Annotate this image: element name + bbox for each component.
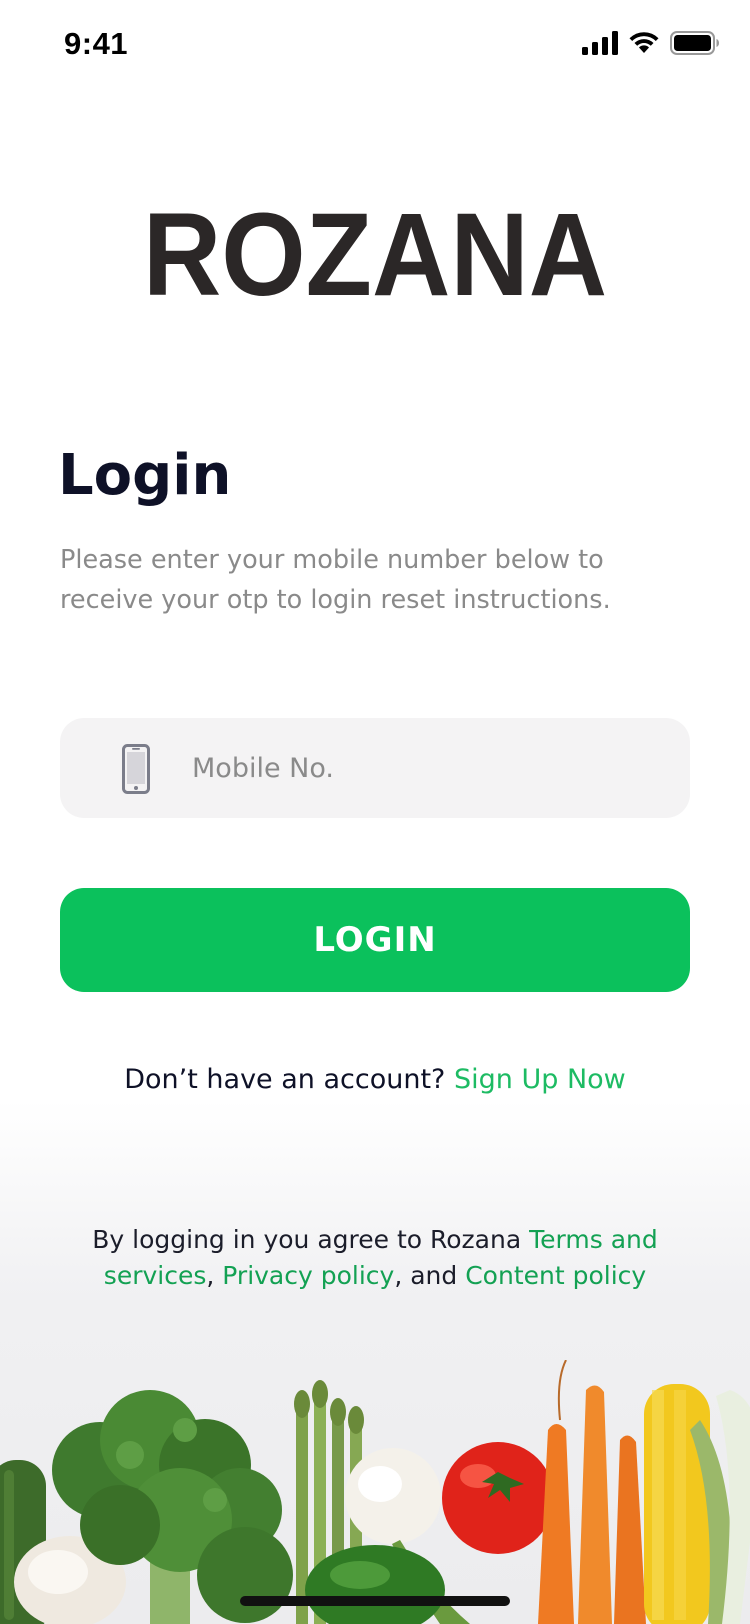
- privacy-policy-link[interactable]: Privacy policy: [222, 1261, 394, 1290]
- status-bar: 9:41: [0, 0, 750, 94]
- login-button[interactable]: LOGIN: [60, 888, 690, 992]
- brand-logo: ROZANA: [142, 189, 608, 321]
- tomato-image: [442, 1442, 554, 1554]
- battery-icon: [670, 31, 719, 55]
- terms-prefix: By logging in you agree to Rozana: [92, 1225, 530, 1254]
- carrots-image: [538, 1360, 646, 1624]
- login-description: Please enter your mobile number below to…: [60, 545, 611, 615]
- signup-prompt-text: Don’t have an account?: [124, 1064, 454, 1095]
- terms-notice: By logging in you agree to Rozana Terms …: [60, 1222, 690, 1294]
- mobile-phone-icon: [122, 744, 150, 794]
- terms-separator: ,: [206, 1261, 223, 1290]
- mobile-number-input[interactable]: [192, 718, 662, 818]
- cellular-signal-icon: [582, 31, 618, 55]
- sign-up-link[interactable]: Sign Up Now: [454, 1064, 626, 1095]
- terms-separator: , and: [394, 1261, 466, 1290]
- page-title: Login: [58, 443, 232, 508]
- status-icons: [582, 31, 720, 55]
- home-indicator[interactable]: [240, 1596, 510, 1606]
- wifi-icon: [629, 32, 659, 53]
- mobile-field-container[interactable]: [60, 718, 690, 818]
- corn-image: [644, 1384, 750, 1624]
- content-policy-link[interactable]: Content policy: [465, 1261, 646, 1290]
- signup-prompt: Don’t have an account? Sign Up Now: [0, 1064, 750, 1095]
- status-time: 9:41: [64, 26, 129, 61]
- vegetables-illustration: [0, 1360, 750, 1624]
